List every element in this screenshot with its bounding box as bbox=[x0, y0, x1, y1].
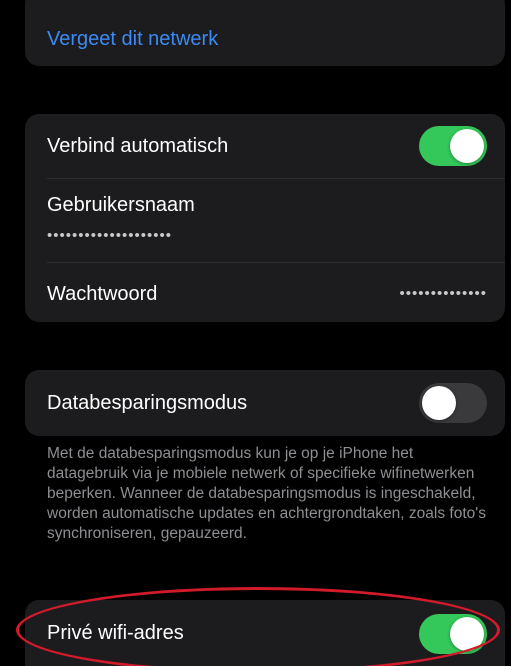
auto-join-row: Verbind automatisch bbox=[25, 114, 505, 178]
username-row[interactable]: Gebruikersnaam •••••••••••••••••••• bbox=[25, 179, 505, 261]
low-data-group: Databesparingsmodus bbox=[25, 370, 505, 436]
toggle-knob bbox=[450, 129, 484, 163]
username-label: Gebruikersnaam bbox=[47, 194, 195, 216]
low-data-row: Databesparingsmodus bbox=[25, 370, 505, 436]
private-address-group: Privé wifi-adres bbox=[25, 600, 505, 666]
toggle-knob bbox=[450, 617, 484, 651]
low-data-footer-text: Met de databesparingsmodus kun je op je … bbox=[47, 445, 486, 542]
private-address-label: Privé wifi-adres bbox=[47, 622, 184, 644]
password-value: •••••••••••••• bbox=[399, 285, 487, 302]
password-row[interactable]: Wachtwoord •••••••••••••• bbox=[25, 263, 505, 322]
credentials-group: Verbind automatisch Gebruikersnaam •••••… bbox=[25, 114, 505, 322]
low-data-toggle[interactable] bbox=[419, 383, 487, 423]
low-data-label: Databesparingsmodus bbox=[47, 392, 248, 414]
password-label: Wachtwoord bbox=[47, 283, 158, 305]
auto-join-toggle[interactable] bbox=[419, 126, 487, 166]
forget-network-row[interactable]: Vergeet dit netwerk bbox=[25, 0, 505, 66]
toggle-knob bbox=[422, 386, 456, 420]
forget-network-link[interactable]: Vergeet dit netwerk bbox=[47, 28, 218, 51]
wifi-network-settings-screen: Vergeet dit netwerk Verbind automatisch … bbox=[0, 0, 511, 666]
auto-join-label: Verbind automatisch bbox=[47, 135, 229, 157]
forget-network-group: Vergeet dit netwerk bbox=[25, 0, 505, 66]
private-address-toggle[interactable] bbox=[419, 614, 487, 654]
private-address-row: Privé wifi-adres bbox=[25, 600, 505, 666]
username-value: •••••••••••••••••••• bbox=[47, 227, 173, 244]
